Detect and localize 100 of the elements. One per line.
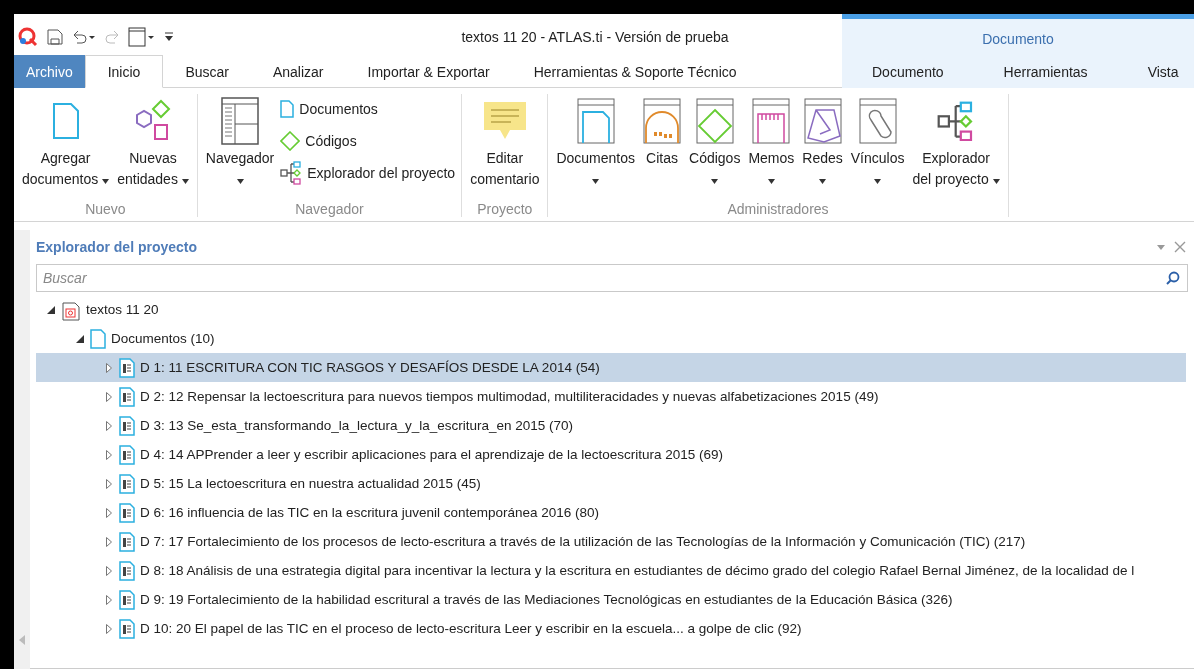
ribbon-button[interactable]: Explorador del proyecto xyxy=(280,158,456,188)
text-document-icon xyxy=(119,357,135,378)
window-layout-icon[interactable] xyxy=(128,26,156,47)
collapsed-arrow-icon[interactable] xyxy=(106,594,112,605)
ribbon-tab[interactable]: Importar & Exportar xyxy=(345,55,512,88)
collapsed-arrow-icon[interactable] xyxy=(106,420,112,431)
document-icon xyxy=(90,328,106,349)
tree-item-label: D 2: 12 Repensar la lectoescritura para nuevos tiempos multimodad, multiliteracidades y nuevas alfabetizaciones 2015 (49) xyxy=(140,389,879,404)
ribbon-tab[interactable]: Analizar xyxy=(250,55,346,88)
collapsed-arrow-icon[interactable] xyxy=(106,565,112,576)
caret-icon xyxy=(819,179,827,184)
caret-icon xyxy=(236,179,244,184)
text-document-icon xyxy=(119,560,135,581)
ribbon-tab[interactable]: Herramientas & Soporte Técnico xyxy=(511,55,759,88)
document-icon xyxy=(51,102,80,140)
tree-item[interactable]: D 1: 11 ESCRITURA CON TIC RASGOS Y DESAFÍOS DESDE LA 2014 (54) xyxy=(36,353,1186,382)
tree-item[interactable]: textos 11 20 xyxy=(36,295,1186,324)
collapsed-arrow-icon[interactable] xyxy=(106,449,112,460)
tree-item[interactable]: Documentos (10) xyxy=(36,324,1186,353)
save-icon[interactable] xyxy=(46,27,64,46)
ribbon-button[interactable]: Editar comentario xyxy=(468,94,542,190)
tree-item[interactable]: D 5: 15 La lectoescritura en nuestra actualidad 2015 (45) xyxy=(36,469,1186,498)
ribbon-button[interactable]: Agregar documentos xyxy=(20,94,112,190)
network-manager-icon xyxy=(803,98,842,144)
ribbon-button[interactable]: Documentos xyxy=(554,94,637,190)
tree-item[interactable]: D 2: 12 Repensar la lectoescritura para nuevos tiempos multimodad, multiliteracidades y nuevas alfabetizaciones 2015 (49) xyxy=(36,382,1186,411)
tree-item[interactable]: D 9: 19 Fortalecimiento de la habilidad escritural a través de las Mediaciones Tecnológicas en estudiantes de la Educación Básica (326) xyxy=(36,585,1186,614)
text-document-icon xyxy=(119,531,135,552)
group-label: Administradores xyxy=(726,201,830,217)
expanded-arrow-icon[interactable] xyxy=(47,305,55,314)
ribbon-button[interactable]: Memos xyxy=(746,94,797,190)
text-document-icon xyxy=(119,473,135,494)
quotation-manager-icon xyxy=(643,98,681,144)
text-document-icon xyxy=(119,386,135,407)
ribbon-button[interactable]: Códigos xyxy=(280,126,456,156)
expanded-arrow-icon[interactable] xyxy=(76,334,84,343)
panel-title: Explorador del proyecto xyxy=(36,239,199,255)
tree-item[interactable]: D 3: 13 Se_esta_transformando_la_lectura_y_la_escritura_en 2015 (70) xyxy=(36,411,1186,440)
ribbon-button[interactable]: Navegador xyxy=(203,94,277,190)
contextual-tab-group-label: Documento xyxy=(842,14,1194,55)
caret-icon xyxy=(874,179,882,184)
ribbon-button[interactable]: Nuevas entidades xyxy=(115,94,191,190)
caret-icon xyxy=(992,179,1000,184)
ribbon-tab[interactable]: Inicio xyxy=(84,55,164,88)
project-tree-icon xyxy=(280,161,303,185)
search-field[interactable]: Buscar xyxy=(36,264,1188,292)
ribbon-button[interactable]: Explorador del proyecto xyxy=(910,94,1002,190)
tree-item-label: D 5: 15 La lectoescritura en nuestra actualidad 2015 (45) xyxy=(140,476,481,491)
caret-icon xyxy=(102,179,110,184)
tree-item-label: D 1: 11 ESCRITURA CON TIC RASGOS Y DESAFÍOS DESDE LA 2014 (54) xyxy=(140,360,600,375)
link-manager-icon xyxy=(858,98,897,144)
search-icon[interactable] xyxy=(1166,271,1180,285)
tree-item-label: D 3: 13 Se_esta_transformando_la_lectura_y_la_escritura_en 2015 (70) xyxy=(140,418,574,433)
tree-item-label: D 8: 18 Análisis de una estrategia digital para incentivar la lectura y la escritura en estudiantes de décimo grado del colegio Rafael Bernal Jiménez, de la localidad de l xyxy=(140,563,1135,578)
undo-icon[interactable] xyxy=(72,29,96,44)
ribbon-tab[interactable]: Buscar xyxy=(163,55,251,88)
ribbon-tab[interactable]: Archivo xyxy=(14,55,85,88)
project-tree-icon xyxy=(937,100,975,142)
ribbon-button[interactable]: Códigos xyxy=(687,94,743,190)
close-icon[interactable] xyxy=(1174,241,1186,253)
collapsed-arrow-icon[interactable] xyxy=(106,391,112,402)
diamond-icon xyxy=(280,131,301,151)
text-document-icon xyxy=(119,444,135,465)
text-document-icon xyxy=(119,415,135,436)
caret-icon xyxy=(592,179,600,184)
tree-item[interactable]: D 4: 14 APPrender a leer y escribir aplicaciones para el aprendizaje de la lectoescritura 2015 (69) xyxy=(36,440,1186,469)
ribbon-button[interactable]: Redes xyxy=(800,94,845,190)
tree-item-label: Documentos (10) xyxy=(111,331,215,346)
tree-item-label: textos 11 20 xyxy=(86,302,159,317)
navigator-icon xyxy=(221,97,260,145)
tree-item[interactable]: D 10: 20 El papel de las TIC en el proceso de lecto-escritura Leer y escribir en la escuela... a golpe de clic (92) xyxy=(36,614,1186,643)
caret-icon xyxy=(711,179,719,184)
memo-manager-icon xyxy=(752,98,791,144)
tree-item[interactable]: D 7: 17 Fortalecimiento de los procesos de lecto-escritura a través de la utilización de las Tecnologías de la Información y Comunicación (TIC) (217) xyxy=(36,527,1186,556)
ribbon-button[interactable]: Vínculos xyxy=(848,94,907,190)
text-document-icon xyxy=(119,618,135,639)
customize-toolbar-icon[interactable] xyxy=(164,30,174,43)
dropdown-icon[interactable] xyxy=(1156,243,1166,251)
collapsed-arrow-icon[interactable] xyxy=(106,536,112,547)
tree-item-label: D 4: 14 APPrender a leer y escribir aplicaciones para el aprendizaje de la lectoescritura 2015 (69) xyxy=(140,447,724,462)
document-icon xyxy=(280,100,295,118)
collapsed-arrow-icon[interactable] xyxy=(106,478,112,489)
caret-icon xyxy=(767,179,775,184)
app-logo-icon xyxy=(18,26,38,47)
collapsed-arrow-icon[interactable] xyxy=(106,507,112,518)
tree-item[interactable]: D 8: 18 Análisis de una estrategia digital para incentivar la lectura y la escritura en estudiantes de décimo grado del colegio Rafael Bernal Jiménez, de la localidad de l xyxy=(36,556,1186,585)
window-title: textos 11 20 - ATLAS.ti - Versión de prueba xyxy=(460,27,730,47)
collapsed-arrow-icon[interactable] xyxy=(106,362,112,373)
collapsed-arrow-icon[interactable] xyxy=(106,623,112,634)
ribbon-button[interactable]: Documentos xyxy=(280,94,456,124)
redo-icon xyxy=(104,29,120,44)
document-manager-icon xyxy=(576,98,615,144)
caret-icon xyxy=(181,179,189,184)
group-label: Navegador xyxy=(294,201,365,217)
group-label: Proyecto xyxy=(476,201,534,217)
tree-item[interactable]: D 6: 16 influencia de las TIC en la escritura juvenil contemporánea 2016 (80) xyxy=(36,498,1186,527)
ribbon-button[interactable]: Citas xyxy=(641,94,683,169)
tree-item-label: D 9: 19 Fortalecimiento de la habilidad escritural a través de las Mediaciones Tecnológicas en estudiantes de la Educación Básica (326) xyxy=(140,592,953,607)
tree-item-label: D 10: 20 El papel de las TIC en el proceso de lecto-escritura Leer y escribir en la escuela... a golpe de clic (92) xyxy=(140,621,802,636)
tree-item-label: D 7: 17 Fortalecimiento de los procesos de lecto-escritura a través de la utilización de las Tecnologías de la Información y Comunicación (TIC) (217) xyxy=(140,534,1026,549)
